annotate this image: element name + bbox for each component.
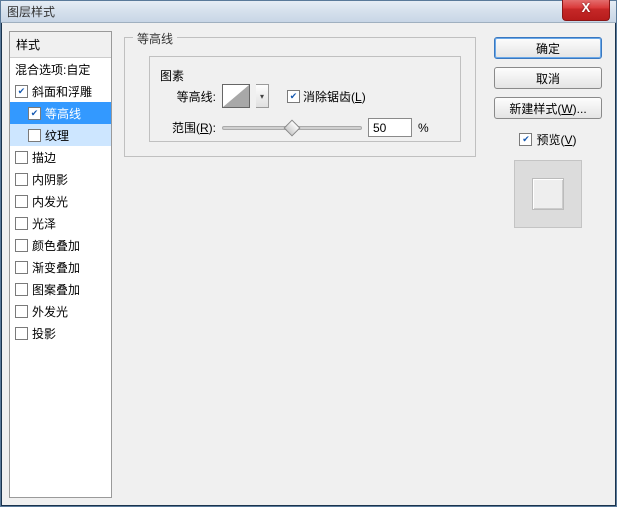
cancel-button[interactable]: 取消	[494, 67, 602, 89]
sidebar-item-label: 内发光	[32, 193, 68, 210]
sidebar-item-checkbox[interactable]	[15, 195, 28, 208]
sidebar-item-label: 颜色叠加	[32, 237, 80, 254]
style-sidebar: 样式 混合选项:自定斜面和浮雕等高线纹理描边内阴影内发光光泽颜色叠加渐变叠加图案…	[9, 31, 112, 498]
sidebar-item-label: 斜面和浮雕	[32, 83, 92, 100]
sidebar-item-label: 混合选项:自定	[15, 61, 90, 78]
sidebar-item-3[interactable]: 纹理	[10, 124, 111, 146]
layer-style-dialog: 图层样式 X 样式 混合选项:自定斜面和浮雕等高线纹理描边内阴影内发光光泽颜色叠…	[0, 0, 617, 507]
sidebar-item-11[interactable]: 外发光	[10, 300, 111, 322]
range-slider[interactable]	[222, 126, 362, 130]
sidebar-item-8[interactable]: 颜色叠加	[10, 234, 111, 256]
sidebar-item-label: 纹理	[45, 127, 69, 144]
sidebar-item-label: 描边	[32, 149, 56, 166]
sidebar-item-4[interactable]: 描边	[10, 146, 111, 168]
sidebar-item-label: 等高线	[45, 105, 81, 122]
preview-checkbox-box	[519, 133, 532, 146]
sidebar-item-checkbox[interactable]	[15, 283, 28, 296]
sidebar-item-0[interactable]: 混合选项:自定	[10, 58, 111, 80]
preview-swatch	[514, 160, 582, 228]
preview-checkbox[interactable]: 预览(V)	[519, 131, 576, 148]
elements-group: 图素 等高线: ▾ 消除锯齿(L) 范围(R):	[149, 56, 461, 142]
contour-label: 等高线:	[160, 88, 216, 105]
titlebar[interactable]: 图层样式	[1, 1, 616, 23]
sidebar-item-1[interactable]: 斜面和浮雕	[10, 80, 111, 102]
elements-group-legend: 图素	[160, 69, 184, 83]
sidebar-item-9[interactable]: 渐变叠加	[10, 256, 111, 278]
dialog-content: 样式 混合选项:自定斜面和浮雕等高线纹理描边内阴影内发光光泽颜色叠加渐变叠加图案…	[1, 23, 616, 506]
sidebar-item-checkbox[interactable]	[15, 239, 28, 252]
contour-picker[interactable]	[222, 84, 250, 108]
sidebar-item-label: 投影	[32, 325, 56, 342]
ok-button[interactable]: 确定	[494, 37, 602, 59]
contour-group-legend: 等高线	[133, 30, 177, 47]
range-row: 范围(R): %	[160, 118, 450, 137]
sidebar-item-2[interactable]: 等高线	[10, 102, 111, 124]
sidebar-item-label: 渐变叠加	[32, 259, 80, 276]
range-label: 范围(R):	[160, 119, 216, 136]
range-unit: %	[418, 121, 429, 135]
window-title: 图层样式	[7, 3, 55, 20]
sidebar-item-label: 内阴影	[32, 171, 68, 188]
sidebar-item-checkbox[interactable]	[15, 173, 28, 186]
sidebar-item-10[interactable]: 图案叠加	[10, 278, 111, 300]
settings-panel: 等高线 图素 等高线: ▾ 消除锯齿(L) 范围(R):	[120, 31, 480, 498]
sidebar-item-5[interactable]: 内阴影	[10, 168, 111, 190]
range-slider-thumb[interactable]	[284, 119, 301, 136]
new-style-button[interactable]: 新建样式(W)...	[494, 97, 602, 119]
range-input[interactable]	[368, 118, 412, 137]
sidebar-item-checkbox[interactable]	[15, 85, 28, 98]
preview-label: 预览(V)	[536, 131, 576, 148]
sidebar-item-checkbox[interactable]	[15, 327, 28, 340]
sidebar-item-checkbox[interactable]	[15, 217, 28, 230]
close-button[interactable]: X	[562, 0, 610, 21]
sidebar-header: 样式	[10, 32, 111, 58]
antialias-checkbox-box	[287, 90, 300, 103]
sidebar-item-checkbox[interactable]	[28, 129, 41, 142]
sidebar-item-12[interactable]: 投影	[10, 322, 111, 344]
sidebar-item-checkbox[interactable]	[15, 261, 28, 274]
preview-swatch-inner	[532, 178, 564, 210]
contour-group: 等高线 图素 等高线: ▾ 消除锯齿(L) 范围(R):	[124, 37, 476, 157]
sidebar-item-6[interactable]: 内发光	[10, 190, 111, 212]
sidebar-item-checkbox[interactable]	[28, 107, 41, 120]
sidebar-list: 混合选项:自定斜面和浮雕等高线纹理描边内阴影内发光光泽颜色叠加渐变叠加图案叠加外…	[10, 58, 111, 497]
sidebar-item-checkbox[interactable]	[15, 151, 28, 164]
sidebar-item-label: 外发光	[32, 303, 68, 320]
antialias-label: 消除锯齿(L)	[303, 88, 366, 105]
contour-row: 等高线: ▾ 消除锯齿(L)	[160, 84, 450, 108]
sidebar-item-7[interactable]: 光泽	[10, 212, 111, 234]
sidebar-item-checkbox[interactable]	[15, 305, 28, 318]
contour-dropdown-arrow[interactable]: ▾	[256, 84, 269, 108]
sidebar-item-label: 光泽	[32, 215, 56, 232]
sidebar-item-label: 图案叠加	[32, 281, 80, 298]
action-panel: 确定 取消 新建样式(W)... 预览(V)	[488, 31, 608, 498]
antialias-checkbox[interactable]: 消除锯齿(L)	[287, 88, 366, 105]
